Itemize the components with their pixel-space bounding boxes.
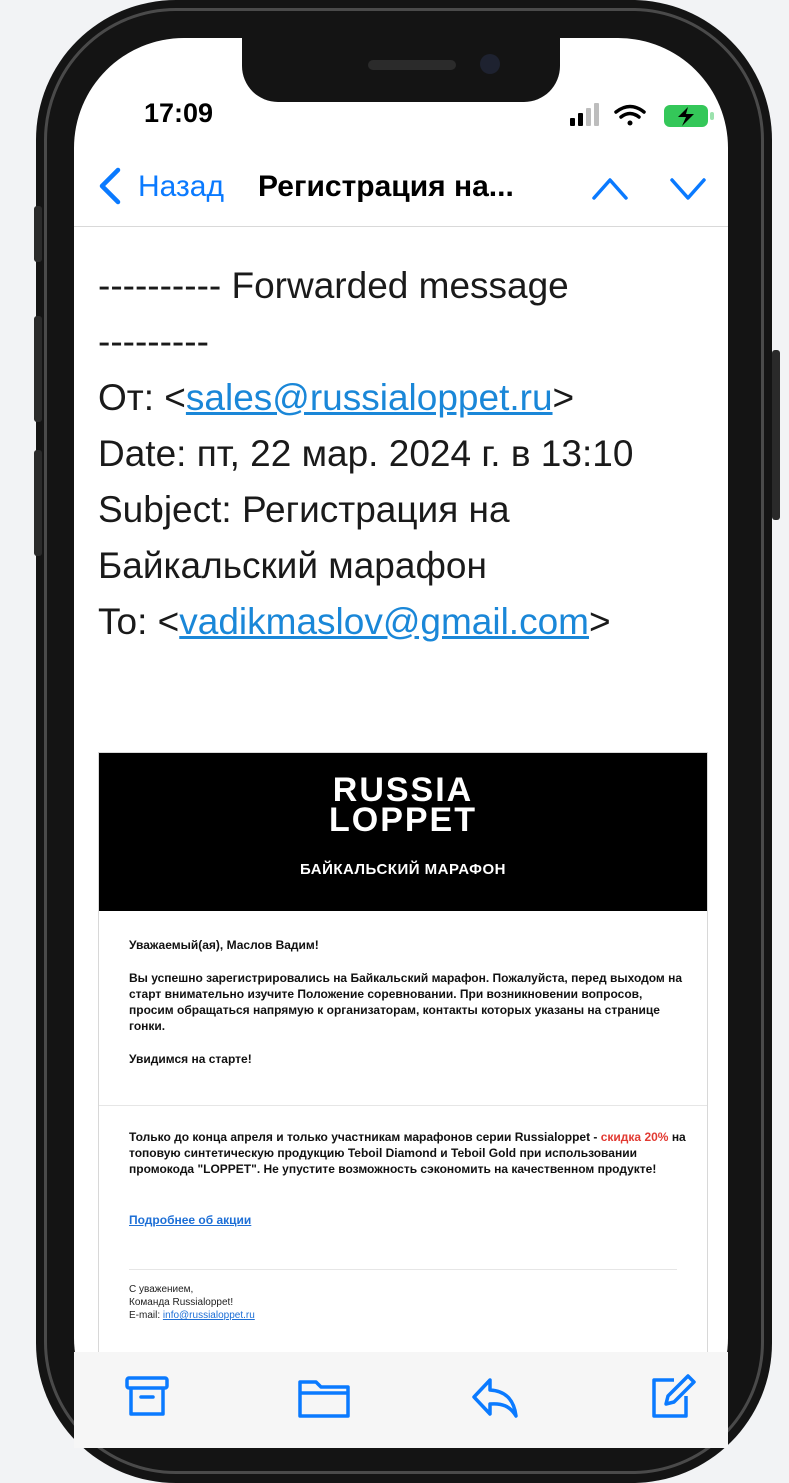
body-text: Вы успешно зарегистрировались на Байкаль… [129, 971, 683, 1033]
speaker [368, 60, 456, 70]
compose-icon[interactable] [646, 1372, 696, 1422]
to-label: To: < [98, 601, 180, 642]
signature-email-link[interactable]: info@russialoppet.ru [163, 1310, 255, 1321]
from-label: От: < [98, 377, 186, 418]
russialoppet-logo: RUSSIA LOPPET [99, 773, 707, 839]
folder-icon[interactable] [296, 1372, 352, 1422]
greeting: Уважаемый(ая), Маслов Вадим! [129, 938, 319, 952]
to-line: To: <vadikmaslov@gmail.com> [98, 594, 718, 650]
status-icons [570, 102, 720, 132]
previous-message-icon[interactable] [590, 172, 630, 204]
from-email-link[interactable]: sales@russialoppet.ru [186, 377, 553, 418]
mail-nav-bar: Назад Регистрация на... [74, 158, 728, 224]
to-close: > [588, 601, 611, 642]
signature-line-1: С уважением, [129, 1284, 194, 1295]
battery-icon [664, 105, 714, 127]
next-message-icon[interactable] [668, 172, 708, 204]
signature: С уважением, Команда Russialoppet! E-mai… [129, 1283, 255, 1322]
archive-icon[interactable] [122, 1372, 172, 1422]
promo-details-link[interactable]: Подробнее об акции [129, 1213, 251, 1227]
status-time: 17:09 [144, 98, 214, 128]
section-divider [99, 1105, 707, 1106]
registration-message: Уважаемый(ая), Маслов Вадим! Вы успешно … [129, 937, 683, 1084]
subject-line-2: Байкальский марафон [98, 545, 487, 586]
brand-header: RUSSIA LOPPET БАЙКАЛЬСКИЙ МАРАФОН [99, 753, 707, 911]
mail-toolbar [74, 1352, 728, 1448]
promo-highlight: скидка 20% [600, 1130, 669, 1144]
signature-line-2: Команда Russialoppet! [129, 1297, 234, 1308]
brand-subtitle: БАЙКАЛЬСКИЙ МАРАФОН [300, 861, 506, 878]
email-card: RUSSIA LOPPET БАЙКАЛЬСКИЙ МАРАФОН Уважае… [98, 752, 708, 1414]
signature-email-line: E-mail: info@russialoppet.ru [129, 1309, 255, 1322]
forwarded-dashes: --------- [98, 321, 209, 362]
footer-divider [129, 1269, 677, 1270]
mute-switch [34, 206, 42, 262]
notch [242, 38, 560, 102]
promo-text: Только до конца апреля и только участник… [129, 1129, 689, 1177]
signature-email-label: E-mail: [129, 1310, 161, 1321]
volume-up-button [34, 316, 42, 422]
nav-divider [74, 226, 728, 227]
date-line: Date: пт, 22 мар. 2024 г. в 13:10 [98, 433, 634, 474]
forwarded-header: ---------- Forwarded message --------- О… [98, 258, 718, 650]
back-button[interactable]: Назад [138, 170, 224, 204]
power-button [772, 350, 780, 520]
from-close: > [552, 377, 575, 418]
promo-before: Только до конца апреля и только участник… [129, 1130, 598, 1144]
forwarded-title: ---------- Forwarded message [98, 265, 569, 306]
wifi-icon [614, 104, 646, 126]
subject-line-1: Subject: Регистрация на [98, 489, 510, 530]
see-you-text: Увидимся на старте! [129, 1052, 252, 1066]
back-chevron-icon[interactable] [94, 166, 124, 206]
logo-line-2: LOPPET [328, 801, 478, 839]
camera [480, 54, 500, 74]
signal-icon [570, 103, 599, 126]
to-email-link[interactable]: vadikmaslov@gmail.com [179, 601, 589, 642]
message-title: Регистрация на... [258, 170, 514, 203]
volume-down-button [34, 450, 42, 556]
reply-icon[interactable] [470, 1372, 520, 1422]
from-line: От: <sales@russialoppet.ru> [98, 370, 718, 426]
